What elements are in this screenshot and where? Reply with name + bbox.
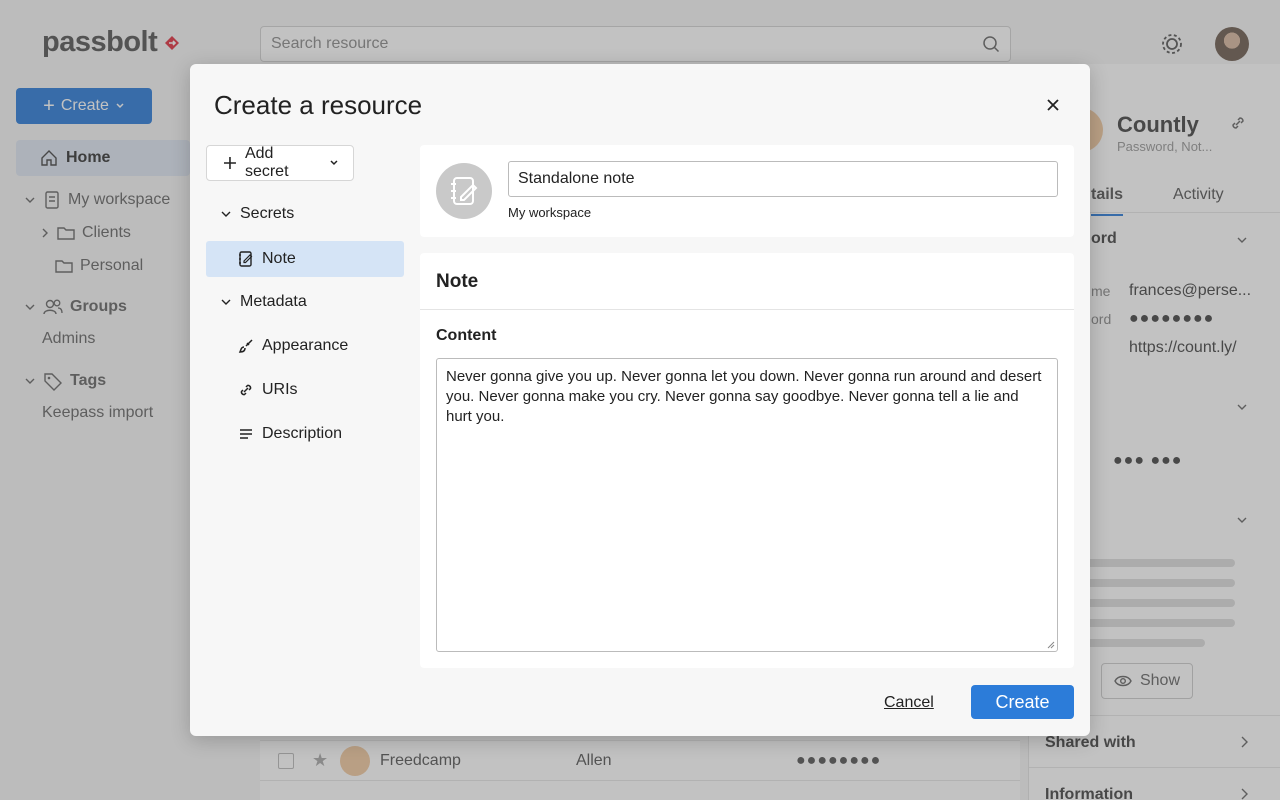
note-icon — [451, 177, 478, 205]
chevron-down-icon — [221, 211, 231, 217]
sidebar-uris-label: URIs — [262, 381, 298, 398]
resource-header-card: My workspace — [420, 145, 1074, 237]
sidebar-section-metadata[interactable]: Metadata — [220, 293, 307, 311]
folder-location-label: My workspace — [508, 205, 592, 220]
resize-grip-icon[interactable] — [1047, 641, 1055, 649]
content-label: Content — [436, 327, 497, 344]
resource-name-input[interactable] — [508, 161, 1058, 197]
create-resource-dialog: Create a resource Add secret Secrets Not… — [190, 64, 1090, 736]
plus-icon — [223, 157, 236, 169]
link-icon — [240, 384, 252, 396]
close-icon — [1047, 99, 1059, 111]
close-button[interactable] — [1042, 94, 1064, 116]
sidebar-description-label: Description — [262, 425, 343, 442]
chevron-down-icon — [330, 160, 338, 166]
note-content-textarea[interactable]: Never gonna give you up. Never gonna let… — [436, 358, 1058, 652]
paint-brush-icon — [238, 339, 253, 353]
dialog-title: Create a resource — [214, 90, 423, 120]
create-submit-button[interactable]: Create — [971, 685, 1074, 719]
note-icon — [239, 251, 253, 267]
chevron-down-icon — [221, 299, 231, 305]
sidebar-item-appearance[interactable]: Appearance — [238, 337, 348, 355]
add-secret-button[interactable]: Add secret — [206, 145, 354, 181]
sidebar-item-note[interactable]: Note — [206, 241, 404, 277]
resource-type-icon — [436, 163, 492, 219]
text-lines-icon — [240, 429, 252, 439]
sidebar-metadata-label: Metadata — [240, 293, 307, 310]
sidebar-appearance-label: Appearance — [262, 337, 349, 354]
sidebar-secrets-label: Secrets — [240, 205, 295, 222]
add-secret-label: Add secret — [244, 145, 289, 180]
divider — [420, 309, 1074, 310]
note-card: Note Content Never gonna give you up. Ne… — [420, 253, 1074, 668]
cancel-button[interactable]: Cancel — [884, 694, 934, 712]
sidebar-section-secrets[interactable]: Secrets — [220, 205, 294, 223]
sidebar-item-uris[interactable]: URIs — [238, 381, 298, 399]
sidebar-note-label: Note — [262, 250, 296, 267]
sidebar-item-description[interactable]: Description — [238, 425, 342, 443]
note-section-title: Note — [436, 271, 479, 292]
